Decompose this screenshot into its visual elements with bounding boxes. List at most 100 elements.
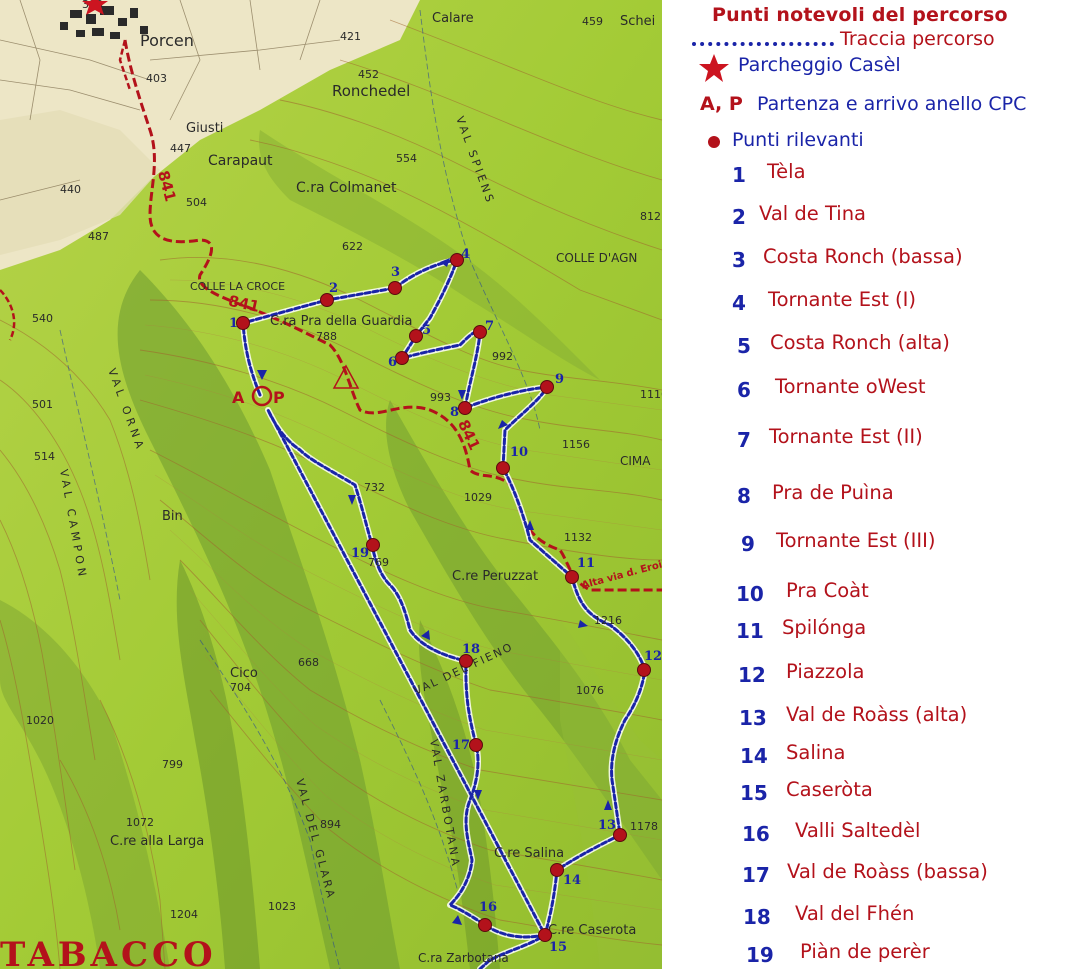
legend-point-number: 19 (746, 943, 774, 967)
route-point-dot (409, 329, 423, 343)
legend-point-name: Spilónga (782, 616, 867, 639)
legend-point-number: 6 (737, 378, 751, 402)
elevation-label: 1204 (170, 908, 198, 921)
route-point-number: 5 (422, 323, 431, 338)
elevation-label: 487 (88, 230, 109, 243)
legend-point-number: 18 (743, 905, 771, 929)
elevation-label: 732 (364, 481, 385, 494)
elevation-label: 1023 (268, 900, 296, 913)
legend-point-number: 14 (740, 744, 768, 768)
legend-point-name: Valli Saltedèl (795, 819, 921, 842)
route-point-number: 3 (391, 265, 400, 280)
place-label: C.ra Colmanet (296, 180, 397, 196)
legend-point-name: Tornante oWest (775, 375, 926, 398)
elevation-label: 1029 (464, 491, 492, 504)
route-point-number: 14 (563, 873, 581, 888)
route-point-number: 12 (644, 649, 662, 664)
legend-point-number: 4 (732, 291, 746, 315)
elevation-label: 993 (430, 391, 451, 404)
place-label: C.re alla Larga (110, 834, 204, 849)
route-point-number: 4 (461, 247, 470, 262)
legend-point-number: 13 (739, 706, 767, 730)
place-label: C.ra Zarbotana (418, 951, 509, 965)
place-label: COLLE LA CROCE (190, 280, 285, 293)
elevation-label: 704 (230, 681, 251, 694)
legend-point-name: Tornante Est (II) (769, 425, 923, 448)
legend-point-number: 8 (737, 484, 751, 508)
legend-panel: Punti notevoli del percorso Traccia perc… (662, 0, 1069, 969)
elevation-label: 1178 (630, 820, 658, 833)
legend-point-number: 2 (732, 205, 746, 229)
route-point-dot (395, 351, 409, 365)
route-point-3[interactable]: 3 (388, 265, 402, 295)
legend-point-number: 5 (737, 334, 751, 358)
place-label: Cico (230, 666, 258, 681)
elevation-label: 403 (146, 72, 167, 85)
route-point-dot (637, 663, 651, 677)
elevation-label: 622 (342, 240, 363, 253)
route-point-number: 13 (598, 818, 616, 833)
legend-point-name: Val de Roàss (bassa) (787, 860, 988, 883)
legend-point-number: 12 (738, 663, 766, 687)
elevation-label: 894 (320, 818, 341, 831)
route-point-number: 17 (452, 738, 470, 753)
elevation-label: 447 (170, 142, 191, 155)
elevation-label: 788 (316, 330, 337, 343)
route-point-dot (236, 316, 250, 330)
elevation-label: 554 (396, 152, 417, 165)
route-point-number: 1 (229, 316, 238, 331)
place-label: C.re Peruzzat (452, 569, 538, 584)
legend-point-name: Costa Ronch (alta) (770, 331, 950, 354)
elevation-label: 1116 (640, 388, 662, 401)
place-label: Ronchedel (332, 82, 410, 100)
ap-marker-label: A (232, 388, 245, 407)
legend-point-number: 17 (742, 863, 770, 887)
legend-point-number: 9 (741, 532, 755, 556)
route-point-number: 11 (577, 556, 595, 571)
legend-point-name: Salina (786, 741, 846, 764)
ap-label: Partenza e arrivo anello CPC (757, 93, 1027, 115)
legend-point-name: Val del Fhén (795, 902, 915, 925)
place-label: Calare (432, 11, 474, 26)
legend-point-number: 3 (732, 248, 746, 272)
ap-marker-label-p: P (273, 388, 285, 407)
red-dot-icon (708, 136, 720, 148)
place-label: Schei (620, 14, 655, 29)
track-label: Traccia percorso (840, 28, 995, 50)
legend-point-name: Costa Ronch (bassa) (763, 245, 963, 268)
place-label: C.re Caserota (548, 923, 636, 938)
place-label: COLLE D'AGN (556, 251, 637, 265)
elevation-label: 812 (640, 210, 661, 223)
elevation-label: 799 (162, 758, 183, 771)
elevation-label: 1072 (126, 816, 154, 829)
elevation-label: 504 (186, 196, 207, 209)
elevation-label: 1076 (576, 684, 604, 697)
legend-title: Punti notevoli del percorso (712, 4, 1008, 26)
route-point-1[interactable]: 1 (229, 316, 250, 331)
place-label: Giusti (186, 121, 223, 136)
points-label: Punti rilevanti (732, 129, 864, 151)
place-label: Porcen (140, 31, 194, 50)
legend-point-number: 16 (742, 822, 770, 846)
route-point-dot (478, 918, 492, 932)
elevation-label: 540 (32, 312, 53, 325)
route-point-dot (565, 570, 579, 584)
legend-point-name: Tornante Est (I) (768, 288, 917, 311)
legend-point-name: Pra de Puìna (772, 481, 894, 504)
elevation-label: 1216 (594, 614, 622, 627)
place-label: C.ra Pra della Guardia (270, 314, 413, 329)
route-point-number: 19 (351, 546, 369, 561)
route-point-17[interactable]: 17 (452, 738, 483, 753)
place-label: C.re Salina (494, 846, 564, 861)
place-label: Bin (162, 509, 183, 524)
legend-point-number: 10 (736, 582, 764, 606)
route-point-number: 16 (479, 900, 497, 915)
legend-point-number: 11 (736, 619, 764, 643)
route-point-dot (496, 461, 510, 475)
topographic-map[interactable]: A P Porcen Calare Schei Ronchedel Giusti Cara… (0, 0, 662, 969)
route-point-number: 18 (462, 642, 480, 657)
route-point-dot (458, 401, 472, 415)
route-point-dot (550, 863, 564, 877)
legend-point-name: Tèla (767, 160, 806, 183)
elevation-label: 421 (340, 30, 361, 43)
